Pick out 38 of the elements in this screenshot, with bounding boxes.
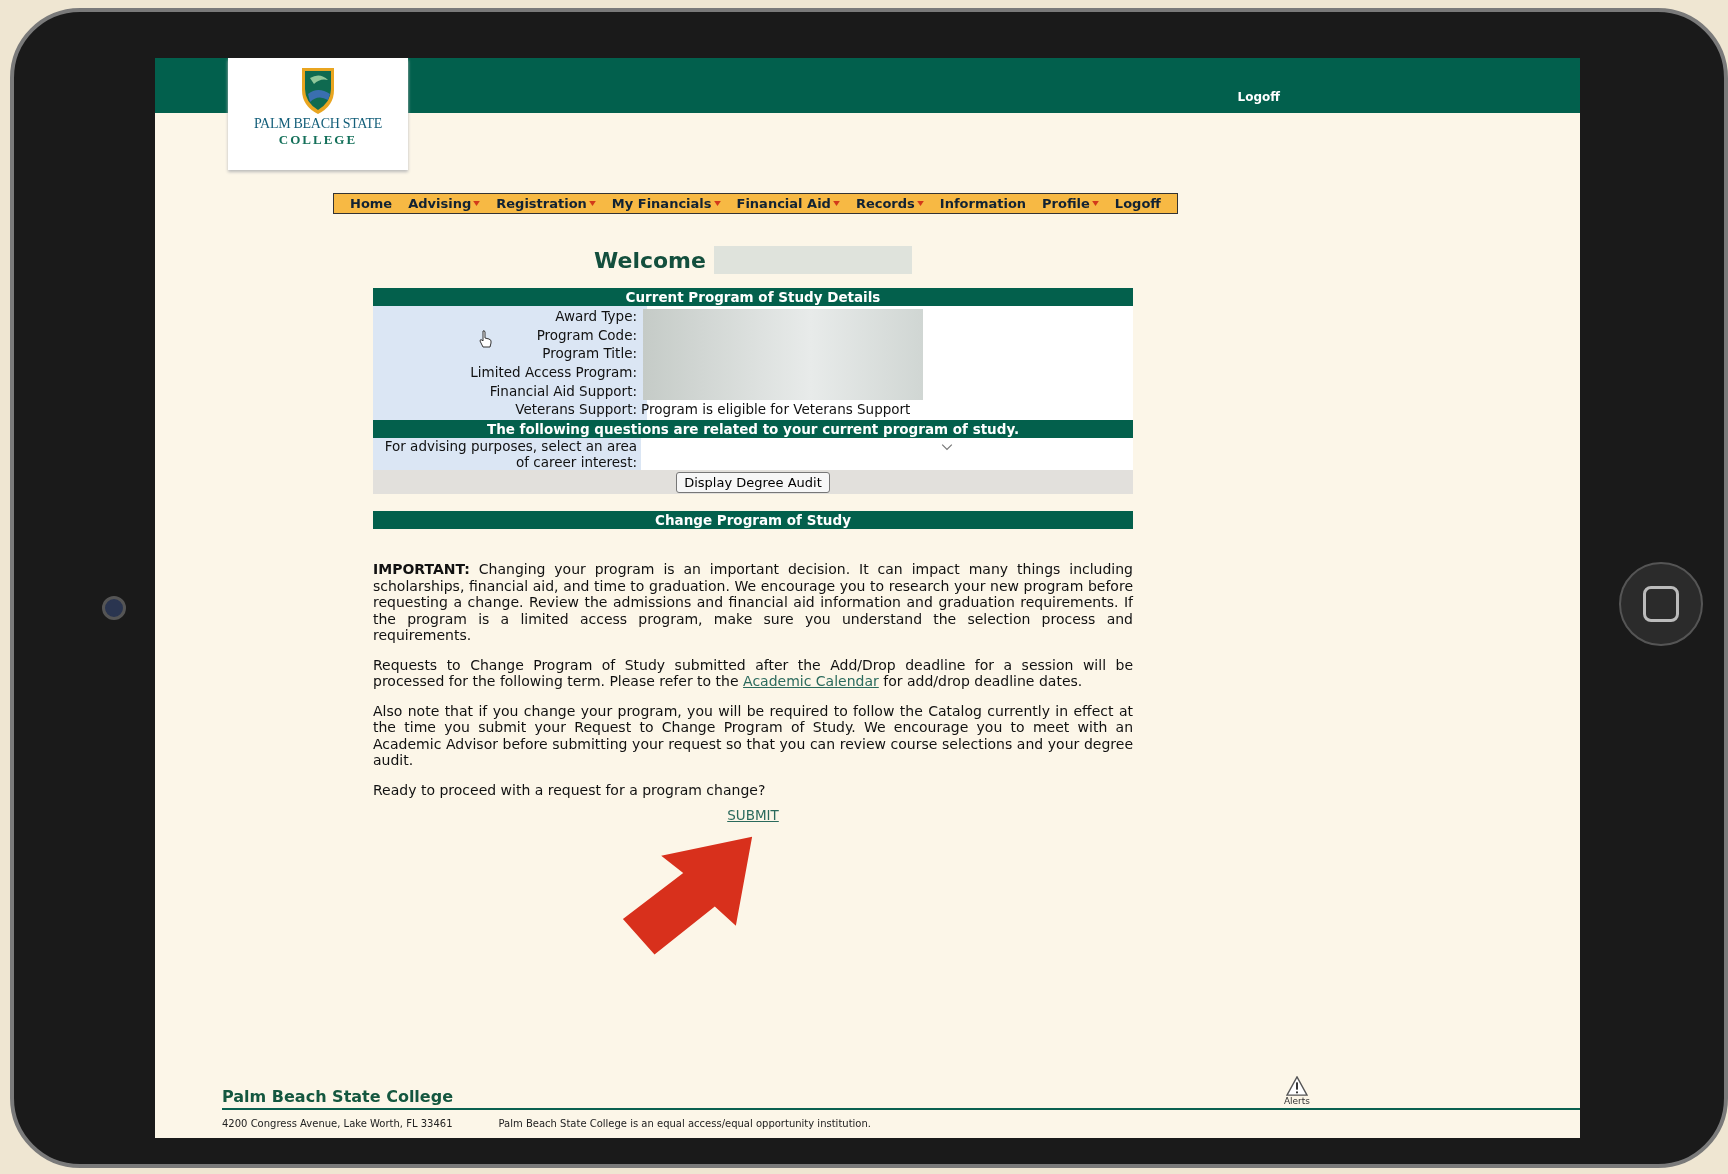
college-logo: PALM BEACH STATE COLLEGE [228,58,408,170]
section-header: Current Program of Study Details [373,288,1133,306]
field-label: For advising purposes, select an area of career interest: [383,438,638,471]
warning-icon [1285,1076,1308,1096]
section-header: The following questions are related to your current program of study. [373,420,1133,439]
display-degree-audit-button[interactable]: Display Degree Audit [676,472,830,494]
nav-menu-item[interactable]: Information [931,196,1035,211]
nav-menu-item[interactable]: Financial Aid [728,196,848,211]
submit-link[interactable]: SUBMIT [727,807,779,824]
section-header: Change Program of Study [373,511,1133,530]
ready-question: Ready to proceed with a request for a program change? [373,781,767,799]
nav-menu-item[interactable]: My Financials [603,196,729,211]
field-label: Award Type: [555,308,637,324]
field-label: Program Code: [536,326,637,343]
welcome-heading: Welcome [594,247,706,273]
logoff-link[interactable]: Logoff [1237,90,1280,104]
camera-icon [102,596,126,620]
alerts-label: Alerts [1283,1096,1310,1106]
field-label: Veterans Support: [515,401,637,418]
field-value: Program is eligible for Veterans Support [641,400,911,420]
catalog-paragraph: Also note that if you change your program, you will be required to follow the Catalog currently in effect at the time you submit your Request to Change Program of Study. We encourage you to meet with an Academic Advisor before submitting your request so that you can review course selections and your degree audit. [373,702,1133,769]
field-label: Program Title: [542,345,637,362]
nav-menu-item[interactable]: Registration [488,196,604,211]
nav-menu-item[interactable]: Home [342,196,401,211]
academic-calendar-link[interactable]: Academic Calendar [743,673,879,690]
nav-menu-item[interactable]: Profile [1034,196,1107,211]
field-label: Limited Access Program: [470,364,637,381]
hand-cursor-icon [479,330,493,348]
important-paragraph: IMPORTANT: Changing your program is an important decision. It can impact many things including scholarships, financial aid, and time to graduation. We encourage you to research your new program before requesting a change. Review the admissions and financial aid information and graduation requirements. If the program is a limited access program, make sure you understand the selection process and requirements. [373,561,1133,644]
footer-college-name: Palm Beach State College [222,1087,453,1106]
chevron-icon [941,443,953,452]
nav-menu-item[interactable]: Advising [400,196,489,211]
deadline-paragraph: Requests to Change Program of Study submitted after the Add/Drop deadline for a session will be processed for the following term. Please refer to the Academic Calendar for add/drop deadline dates. [373,656,1133,690]
field-label: Financial Aid Support: [489,382,637,399]
footer-notice: Palm Beach State College is an equal access/equal opportunity institution. [498,1118,871,1129]
nav-menu-item[interactable]: Records [847,196,932,211]
footer-address: 4200 Congress Avenue, Lake Worth, FL 33461 [222,1118,453,1129]
nav-menu-item[interactable]: Logoff [1106,196,1169,211]
